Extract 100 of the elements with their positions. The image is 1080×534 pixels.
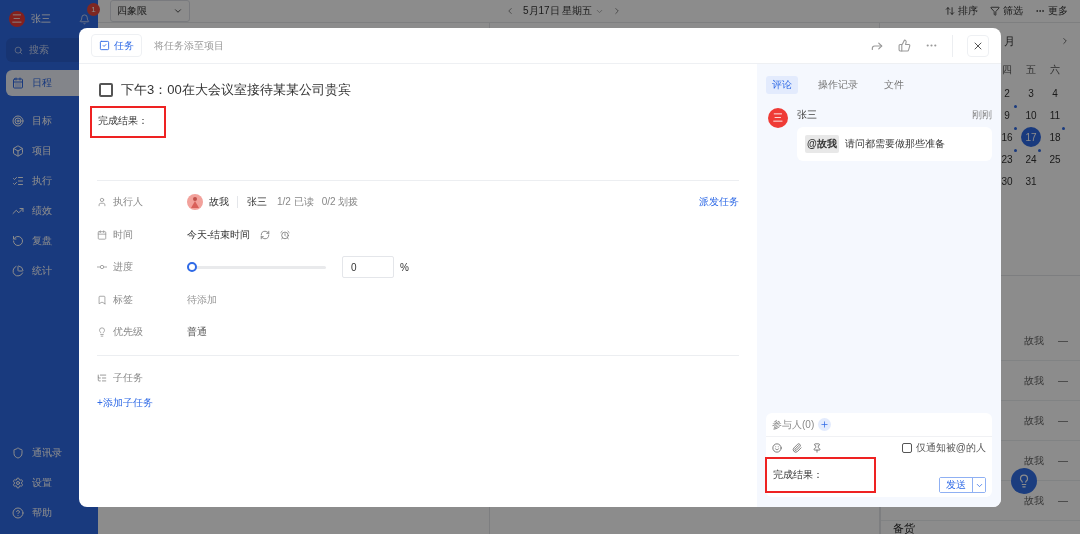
calendar-day[interactable]: 2 (997, 83, 1017, 103)
priority-value: — (1058, 495, 1068, 506)
time-value: 今天-结束时间 (187, 227, 251, 242)
nav-item[interactable]: 复盘 (6, 228, 92, 254)
assignee-name: 故我 (1024, 413, 1044, 428)
notification-badge: 1 (87, 3, 100, 16)
panel-tab[interactable]: 文件 (878, 76, 910, 94)
checkbox-icon (99, 40, 110, 51)
priority-value: — (1058, 335, 1068, 346)
field-label: 进度 (113, 260, 133, 275)
creator-name: 故我 (209, 195, 229, 210)
rotate-icon (12, 235, 24, 247)
cube-icon (12, 145, 24, 157)
nav-item[interactable]: 目标 (6, 108, 92, 134)
comment-text: 请问都需要做那些准备 (844, 137, 945, 151)
send-button[interactable]: 发送 (940, 478, 973, 492)
result-field[interactable]: 完成结果： (90, 106, 166, 138)
close-button[interactable] (967, 34, 989, 57)
comment-input[interactable]: 完成结果： (765, 457, 876, 493)
calendar-day[interactable]: 30 (997, 171, 1017, 191)
calendar-day[interactable]: 4 (1045, 83, 1065, 103)
pin-icon[interactable] (812, 443, 822, 453)
transfer-count: 0/2 划拨 (321, 195, 359, 210)
assignee-name: 故我 (1024, 373, 1044, 388)
assignee-name: 故我 (1024, 453, 1044, 468)
alarm-icon[interactable] (280, 229, 291, 240)
add-to-project-link[interactable]: 将任务添至项目 (154, 38, 224, 53)
pie-chart-icon (12, 265, 24, 277)
repeat-icon[interactable] (260, 229, 271, 240)
next-month-icon[interactable] (1060, 36, 1070, 46)
calendar-day[interactable]: 17 (1021, 127, 1041, 147)
search-icon (14, 45, 23, 55)
view-dropdown[interactable]: 四象限 (110, 0, 190, 22)
field-label: 优先级 (113, 325, 143, 340)
toolbar-button[interactable]: 排序 (945, 4, 978, 18)
progress-input[interactable]: 0 (342, 256, 394, 279)
dispatch-task-link[interactable]: 派发任务 (699, 195, 739, 210)
add-subtask-link[interactable]: +添加子任务 (97, 395, 153, 410)
calendar-day[interactable]: 24 (1021, 149, 1041, 169)
nav-item[interactable]: 帮助 (6, 500, 92, 526)
weekday-label: 六 (1049, 63, 1061, 77)
participants-label: 参与人(0) (772, 417, 815, 432)
calendar-day[interactable]: 31 (1021, 171, 1041, 191)
bell-icon[interactable] (78, 13, 90, 25)
field-value[interactable]: 普通 (187, 325, 207, 340)
toolbar-button[interactable]: 更多 (1035, 4, 1068, 18)
calendar-day[interactable]: 25 (1045, 149, 1065, 169)
previous-icon[interactable] (505, 6, 515, 16)
calendar-day[interactable]: 18 (1045, 127, 1065, 147)
weekday-label: 五 (1025, 63, 1037, 77)
date-picker[interactable]: 5月17日 星期五 (523, 4, 605, 18)
shield-icon (12, 447, 24, 459)
smile-icon[interactable] (772, 443, 782, 453)
user-name: 张三 (31, 12, 52, 26)
user-avatar[interactable]: 三 (9, 11, 25, 27)
nav-item[interactable]: 绩效 (6, 198, 92, 224)
assignee-name: 故我 (1024, 493, 1044, 508)
nav-item[interactable]: 统计 (6, 258, 92, 284)
assignee-name: 张三 (247, 195, 267, 210)
task-checkbox[interactable] (99, 83, 113, 97)
calendar-day[interactable]: 11 (1045, 105, 1065, 125)
add-participant-button[interactable] (818, 418, 832, 431)
paperclip-icon[interactable] (792, 443, 802, 453)
checklist-icon (12, 175, 24, 187)
nav-item[interactable]: 项目 (6, 138, 92, 164)
filter-icon (990, 6, 1000, 16)
nav-item[interactable]: 设置 (6, 470, 92, 496)
calendar-icon (12, 77, 24, 89)
caret-icon (173, 6, 183, 16)
percent-unit: % (400, 261, 409, 273)
calendar-day[interactable]: 10 (1021, 105, 1041, 125)
sort-icon (945, 6, 955, 16)
mention-tag[interactable]: @故我 (805, 135, 839, 153)
nav-item[interactable]: 通讯录 (6, 440, 92, 466)
panel-tab[interactable]: 评论 (766, 76, 798, 94)
panel-tab[interactable]: 操作记录 (812, 76, 864, 94)
field-placeholder[interactable]: 待添加 (187, 292, 217, 307)
help-icon (12, 507, 24, 519)
priority-value: — (1058, 415, 1068, 426)
notify-checkbox[interactable] (901, 443, 912, 453)
tree-icon (97, 372, 107, 383)
nav-item[interactable]: 执行 (6, 168, 92, 194)
month-title: 月 (1004, 34, 1015, 47)
bulb-icon (1017, 473, 1031, 489)
bulb-icon (97, 327, 107, 338)
comment-time: 刚刚 (972, 108, 992, 122)
field-label: 标签 (113, 292, 133, 307)
task-type-tab[interactable]: 任务 (91, 34, 142, 57)
send-options-button[interactable] (973, 478, 985, 492)
thumbs-up-icon[interactable] (898, 39, 911, 52)
comment-avatar: 三 (768, 108, 788, 128)
toolbar-button[interactable]: 筛选 (990, 4, 1023, 18)
slider-thumb[interactable] (187, 261, 197, 272)
priority-value: — (1058, 375, 1068, 386)
task-title[interactable]: 下午3：00在大会议室接待某某公司贵宾 (121, 81, 351, 99)
trend-chart-icon (12, 205, 24, 217)
calendar-icon (97, 229, 107, 240)
priority-value: — (1058, 455, 1068, 466)
settings-icon (12, 477, 24, 489)
calendar-day[interactable]: 3 (1021, 83, 1041, 103)
